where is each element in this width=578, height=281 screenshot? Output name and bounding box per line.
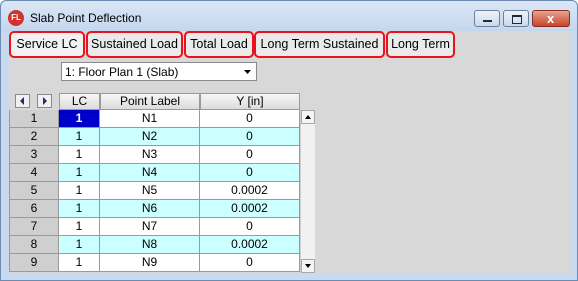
table-row[interactable]: 5 1 N5 0.0002 (9, 182, 300, 200)
arrow-down-icon (305, 264, 311, 268)
prev-nav-button[interactable] (15, 94, 30, 108)
deflection-grid: LC Point Label Y [in] 1 1 N1 0 2 1 N2 0 3 1 N3 0 4 1 N… (9, 92, 315, 273)
row-number-cell[interactable]: 5 (9, 182, 59, 200)
y-value-cell[interactable]: 0 (200, 128, 300, 146)
close-icon: x (547, 11, 555, 26)
scroll-down-button[interactable] (301, 259, 315, 273)
scroll-up-button[interactable] (301, 110, 315, 124)
table-row[interactable]: 8 1 N8 0.0002 (9, 236, 300, 254)
point-label-cell[interactable]: N3 (100, 146, 200, 164)
y-value-cell[interactable]: 0.0002 (200, 236, 300, 254)
tab-long-term[interactable]: Long Term (386, 31, 455, 58)
row-number-cell[interactable]: 9 (9, 254, 59, 272)
plan-select[interactable]: 1: Floor Plan 1 (Slab) (61, 62, 257, 81)
y-value-cell[interactable]: 0.0002 (200, 200, 300, 218)
table-row[interactable]: 2 1 N2 0 (9, 128, 300, 146)
table-row[interactable]: 1 1 N1 0 (9, 110, 300, 128)
lc-cell[interactable]: 1 (59, 128, 100, 146)
lc-cell[interactable]: 1 (59, 110, 100, 128)
next-nav-button[interactable] (37, 94, 52, 108)
tab-sustained-load[interactable]: Sustained Load (86, 31, 183, 58)
lc-cell[interactable]: 1 (59, 146, 100, 164)
table-row[interactable]: 6 1 N6 0.0002 (9, 200, 300, 218)
row-number-cell[interactable]: 8 (9, 236, 59, 254)
minimize-button[interactable] (474, 10, 500, 27)
app-icon: FL (8, 10, 24, 26)
y-value-cell[interactable]: 0 (200, 164, 300, 182)
lc-cell[interactable]: 1 (59, 182, 100, 200)
maximize-button[interactable] (503, 10, 529, 27)
point-label-cell[interactable]: N8 (100, 236, 200, 254)
title-bar[interactable]: FL Slab Point Deflection x (1, 1, 577, 31)
column-header-point-label[interactable]: Point Label (100, 93, 200, 110)
minimize-icon (483, 20, 492, 22)
tab-service-lc[interactable]: Service LC (9, 31, 85, 58)
lc-cell[interactable]: 1 (59, 236, 100, 254)
window-title: Slab Point Deflection (30, 11, 142, 25)
y-value-cell[interactable]: 0 (200, 110, 300, 128)
point-label-cell[interactable]: N9 (100, 254, 200, 272)
lc-cell[interactable]: 1 (59, 164, 100, 182)
y-value-cell[interactable]: 0 (200, 254, 300, 272)
tab-total-load[interactable]: Total Load (184, 31, 254, 58)
arrow-up-icon (305, 115, 311, 119)
point-label-cell[interactable]: N4 (100, 164, 200, 182)
y-value-cell[interactable]: 0 (200, 146, 300, 164)
row-number-cell[interactable]: 1 (9, 110, 59, 128)
point-label-cell[interactable]: N6 (100, 200, 200, 218)
client-area: Service LC Sustained Load Total Load Lon… (9, 31, 572, 274)
lc-cell[interactable]: 1 (59, 200, 100, 218)
chevron-down-icon[interactable] (240, 64, 255, 79)
table-row[interactable]: 4 1 N4 0 (9, 164, 300, 182)
point-label-cell[interactable]: N7 (100, 218, 200, 236)
table-row[interactable]: 7 1 N7 0 (9, 218, 300, 236)
vertical-scrollbar[interactable] (300, 110, 315, 273)
plan-select-value: 1: Floor Plan 1 (Slab) (65, 65, 179, 79)
lc-cell[interactable]: 1 (59, 254, 100, 272)
maximize-icon (512, 15, 522, 24)
y-value-cell[interactable]: 0 (200, 218, 300, 236)
row-number-cell[interactable]: 6 (9, 200, 59, 218)
table-row[interactable]: 9 1 N9 0 (9, 254, 300, 272)
tab-long-term-sustained[interactable]: Long Term Sustained (254, 31, 385, 58)
close-button[interactable]: x (532, 10, 570, 27)
column-header-lc[interactable]: LC (59, 93, 100, 110)
point-label-cell[interactable]: N2 (100, 128, 200, 146)
slab-point-deflection-window: FL Slab Point Deflection x Service LC Su… (0, 0, 578, 281)
point-label-cell[interactable]: N5 (100, 182, 200, 200)
row-number-cell[interactable]: 3 (9, 146, 59, 164)
row-number-cell[interactable]: 2 (9, 128, 59, 146)
row-number-cell[interactable]: 7 (9, 218, 59, 236)
row-number-cell[interactable]: 4 (9, 164, 59, 182)
table-row[interactable]: 3 1 N3 0 (9, 146, 300, 164)
column-header-y[interactable]: Y [in] (200, 93, 300, 110)
y-value-cell[interactable]: 0.0002 (200, 182, 300, 200)
arrow-left-icon (20, 97, 24, 105)
arrow-right-icon (43, 97, 47, 105)
lc-cell[interactable]: 1 (59, 218, 100, 236)
point-label-cell[interactable]: N1 (100, 110, 200, 128)
